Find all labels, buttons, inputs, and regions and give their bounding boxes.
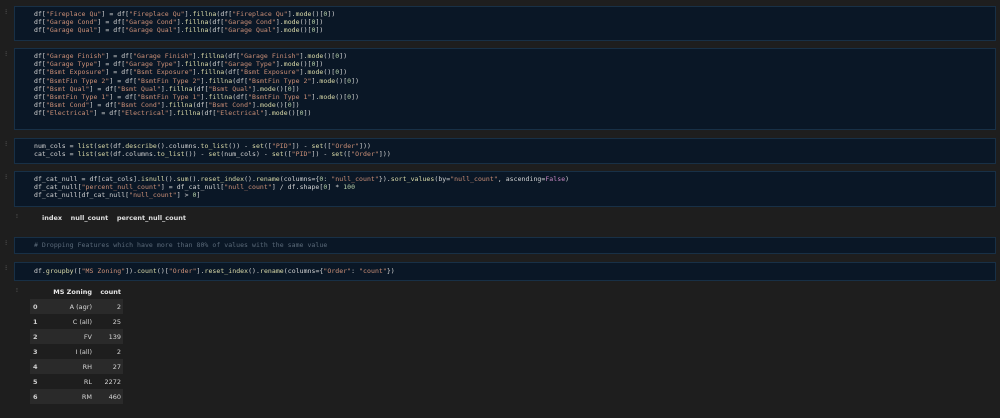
cell-collapse-icon[interactable]: ⁝ [5, 8, 7, 16]
cell-ms-zoning: A (agr) [69, 302, 92, 311]
cell-count: 2 [116, 347, 121, 356]
table-row: 6 RM 460 [30, 389, 123, 404]
column-header-count: count [100, 287, 121, 296]
cell-collapse-icon[interactable]: ⁝ [5, 239, 7, 247]
cell-ms-zoning: RL [83, 377, 92, 386]
code-line: df["Garage Type"] = df["Garage Type"].fi… [34, 60, 324, 69]
code-line: num_cols = list(set(df.describe().column… [34, 142, 371, 150]
null-count-output: ⁝ index null_count percent_null_count [14, 207, 996, 229]
cell-ms-zoning: C (all) [72, 317, 92, 326]
table-row: 2 FV 139 [30, 329, 123, 344]
zoning-output: ⁝ MS Zoning count 0 A (agr) 2 1 C (all) [14, 281, 996, 411]
code-line: df["BsmtFin Type 2"] = df["BsmtFin Type … [34, 76, 360, 85]
cell-count: 2272 [104, 377, 121, 386]
code-line: df["Fireplace Qu"] = df["Fireplace Qu"].… [34, 10, 336, 18]
null-count-header-row: index null_count percent_null_count [42, 214, 186, 222]
notebook-page: ⁝ df["Fireplace Qu"] = df["Fireplace Qu"… [0, 0, 1000, 418]
cell-collapse-icon[interactable]: ⁝ [5, 140, 7, 148]
zoning-dataframe: MS Zoning count 0 A (agr) 2 1 C (all) 25… [30, 284, 123, 404]
code-line: df_cat_null[df_cat_null["null_count"] > … [34, 191, 201, 200]
row-index: 6 [33, 392, 38, 401]
cell-collapse-icon[interactable]: ⁝ [5, 173, 7, 181]
code-line: cat_cols = list(set(df.columns.to_list()… [34, 150, 391, 159]
code-cell-comment[interactable]: ⁝ # Dropping Features which have more th… [5, 237, 996, 254]
cell-collapse-icon[interactable]: ⁝ [5, 264, 7, 272]
cell-ms-zoning: FV [83, 332, 92, 341]
cell-collapse-icon[interactable]: ⁝ [5, 50, 7, 58]
cell-ms-zoning: RM [81, 392, 92, 401]
code-line: df["Bsmt Cond"] = df["Bsmt Cond"].fillna… [34, 101, 300, 110]
code-line: df["Bsmt Exposure"] = df["Bsmt Exposure"… [34, 68, 348, 77]
output-collapse-icon[interactable]: ⁝ [16, 213, 18, 220]
table-row: 3 I (all) 2 [30, 344, 123, 359]
code-cell-groupby[interactable]: ⁝ df.groupby(["MS Zoning"]).count()["Ord… [5, 262, 996, 281]
table-header-row: MS Zoning count [30, 284, 123, 299]
vertical-scrollbar[interactable] [996, 0, 1000, 418]
code-cell-cols[interactable]: ⁝ num_cols = list(set(df.describe().colu… [5, 138, 996, 164]
code-line: df["Garage Cond"] = df["Garage Cond"].fi… [34, 18, 324, 27]
output-collapse-icon[interactable]: ⁝ [16, 287, 18, 294]
code-line: df["Bsmt Qual"] = df["Bsmt Qual"].fillna… [34, 84, 300, 93]
cell-count: 25 [112, 317, 121, 326]
row-index: 3 [33, 347, 38, 356]
row-index: 4 [33, 362, 38, 371]
code-cell-fireplace[interactable]: ⁝ df["Fireplace Qu"] = df["Fireplace Qu"… [5, 6, 996, 41]
row-index: 0 [33, 302, 38, 311]
code-line: df["Electrical"] = df["Electrical"].fill… [34, 109, 312, 118]
column-header-percent-null-count: percent_null_count [116, 214, 186, 222]
table-row: 5 RL 2272 [30, 374, 123, 389]
row-index: 5 [33, 377, 38, 386]
cell-ms-zoning: RH [82, 362, 92, 371]
table-row: 4 RH 27 [30, 359, 123, 374]
cell-count: 2 [116, 302, 121, 311]
row-index: 1 [33, 317, 38, 326]
cell-count: 139 [108, 332, 121, 341]
column-header-null-count: null_count [70, 214, 109, 222]
column-header-ms-zoning: MS Zoning [53, 287, 92, 296]
column-header-index: index [42, 214, 63, 222]
cell-count: 27 [112, 362, 121, 371]
table-row: 1 C (all) 25 [30, 314, 123, 329]
code-line: df_cat_null["percent_null_count"] = df_c… [34, 183, 356, 192]
code-line: df["BsmtFin Type 1"] = df["BsmtFin Type … [34, 92, 360, 101]
code-comment-line: # Dropping Features which have more than… [34, 241, 328, 249]
row-index: 2 [33, 332, 38, 341]
code-cell-null-count[interactable]: ⁝ df_cat_null = df[cat_cols].isnull().su… [5, 171, 996, 207]
column-header-index [30, 284, 45, 299]
cell-count: 460 [108, 392, 121, 401]
table-row: 0 A (agr) 2 [30, 299, 123, 314]
code-cell-garage-bsmt[interactable]: ⁝ df["Garage Finish"] = df["Garage Finis… [5, 48, 996, 130]
code-line: df["Garage Qual"] = df["Garage Qual"].fi… [34, 26, 324, 35]
code-line: df_cat_null = df[cat_cols].isnull().sum(… [34, 175, 570, 183]
cell-ms-zoning: I (all) [75, 347, 92, 356]
code-line: df.groupby(["MS Zoning"]).count()["Order… [34, 267, 395, 275]
code-line: df["Garage Finish"] = df["Garage Finish"… [34, 52, 348, 60]
